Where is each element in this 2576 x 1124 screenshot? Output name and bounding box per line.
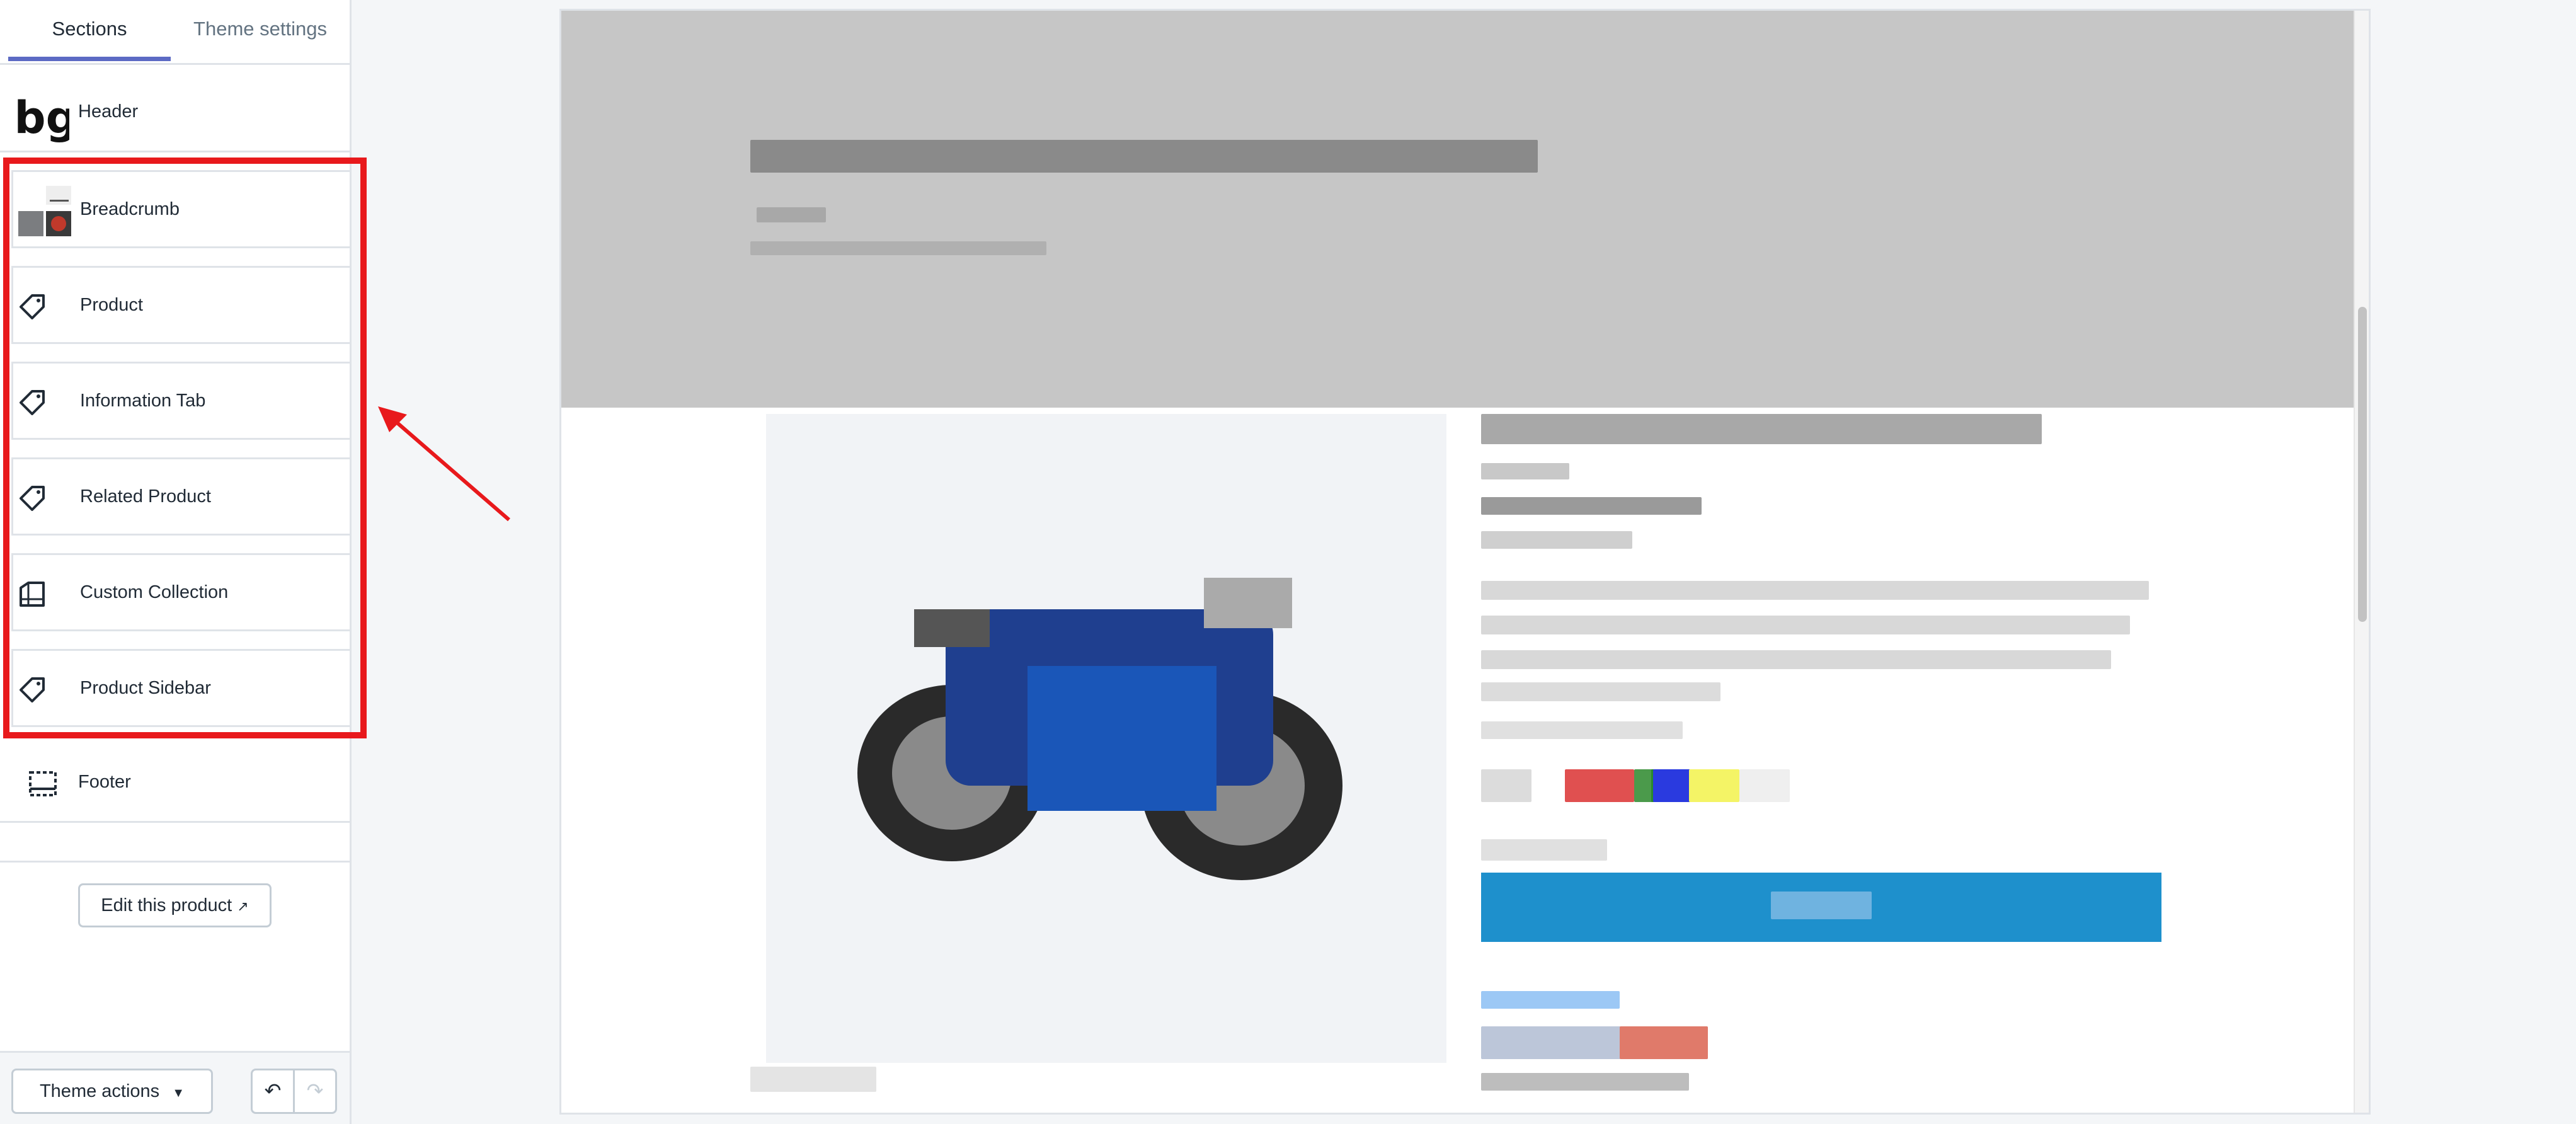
section-label: Breadcrumb: [80, 199, 180, 219]
breadcrumb-image-thumbnail: [18, 186, 71, 236]
tag-icon: [20, 486, 45, 511]
section-label: Related Product: [80, 486, 211, 507]
section-item-product[interactable]: Product: [11, 266, 350, 344]
collection-icon: [20, 582, 45, 607]
blurred-product-title: [1481, 414, 2042, 444]
theme-actions-button[interactable]: Theme actions ▼: [11, 1069, 213, 1114]
edit-product-label: Edit this product: [101, 895, 232, 915]
blurred-button-label: [1771, 892, 1872, 919]
color-swatch: [1739, 769, 1790, 802]
tag-icon: [20, 390, 45, 415]
section-label: Custom Collection: [80, 582, 229, 602]
undo-button[interactable]: ↶: [251, 1069, 295, 1114]
divider: [0, 861, 350, 863]
section-item-product-sidebar[interactable]: Product Sidebar: [11, 649, 350, 727]
blurred-label: [1481, 839, 1607, 861]
external-link-icon: ↗: [237, 898, 249, 914]
redo-icon: ↷: [306, 1079, 324, 1102]
section-label: Product: [80, 295, 143, 315]
sidebar-bottom-bar: Theme actions ▼ ↶ ↷: [0, 1051, 350, 1124]
blurred-link: [1481, 991, 1620, 1009]
tag-icon: [20, 294, 45, 319]
blurred-text: [1481, 721, 1683, 739]
blurred-description: [1481, 682, 1720, 701]
redo-button[interactable]: ↷: [293, 1069, 337, 1114]
undo-icon: ↶: [264, 1079, 282, 1102]
blurred-description: [1481, 616, 2130, 634]
section-label: Header: [78, 101, 139, 122]
color-swatch: [1653, 769, 1691, 802]
section-label: Footer: [78, 772, 131, 792]
preview-scrollbar[interactable]: [2354, 11, 2369, 1113]
tab-theme-settings[interactable]: Theme settings: [171, 0, 350, 61]
blurred-text: [1481, 1073, 1689, 1091]
footer-layout-icon: [29, 771, 57, 796]
svg-text:bg: bg: [16, 93, 69, 144]
blurred-text: [757, 207, 826, 222]
section-label: Information Tab: [80, 391, 206, 411]
blurred-icons: [1620, 1026, 1708, 1059]
blurred-text: [1481, 463, 1569, 479]
preview-hero-banner: [561, 11, 2357, 408]
product-image-motorcycle: [857, 578, 1342, 880]
section-item-breadcrumb[interactable]: Breadcrumb: [11, 170, 350, 248]
blurred-text: [1481, 497, 1702, 515]
section-item-related-product[interactable]: Related Product: [11, 457, 350, 536]
section-item-footer[interactable]: Footer: [0, 745, 350, 823]
tab-sections[interactable]: Sections: [8, 0, 171, 61]
blurred-description: [1481, 581, 2149, 600]
section-label: Product Sidebar: [80, 678, 211, 698]
tag-icon: [20, 677, 45, 702]
caret-down-icon: ▼: [172, 1086, 185, 1100]
blurred-text: [750, 1067, 876, 1092]
color-swatch: [1689, 769, 1739, 802]
edit-product-button[interactable]: Edit this product ↗: [78, 883, 272, 927]
section-item-custom-collection[interactable]: Custom Collection: [11, 553, 350, 631]
blurred-description: [1481, 650, 2111, 669]
color-swatch: [1565, 769, 1634, 802]
sidebar-tabs: Sections Theme settings: [0, 0, 350, 65]
add-to-cart-button[interactable]: [1481, 873, 2161, 942]
blurred-text: [1481, 531, 1632, 549]
header-logo-thumbnail: bg: [16, 93, 69, 144]
theme-actions-label: Theme actions: [39, 1081, 160, 1101]
scrollbar-thumb[interactable]: [2358, 307, 2367, 622]
section-item-information-tab[interactable]: Information Tab: [11, 362, 350, 440]
blurred-label: [1481, 769, 1531, 802]
store-preview: [559, 9, 2371, 1115]
section-item-header[interactable]: bg Header: [0, 74, 350, 152]
blurred-text: [750, 241, 1046, 255]
annotation-arrow: [378, 406, 510, 522]
blurred-title: [750, 140, 1538, 173]
theme-editor-sidebar: Sections Theme settings bg Header Breadc…: [0, 0, 367, 1124]
